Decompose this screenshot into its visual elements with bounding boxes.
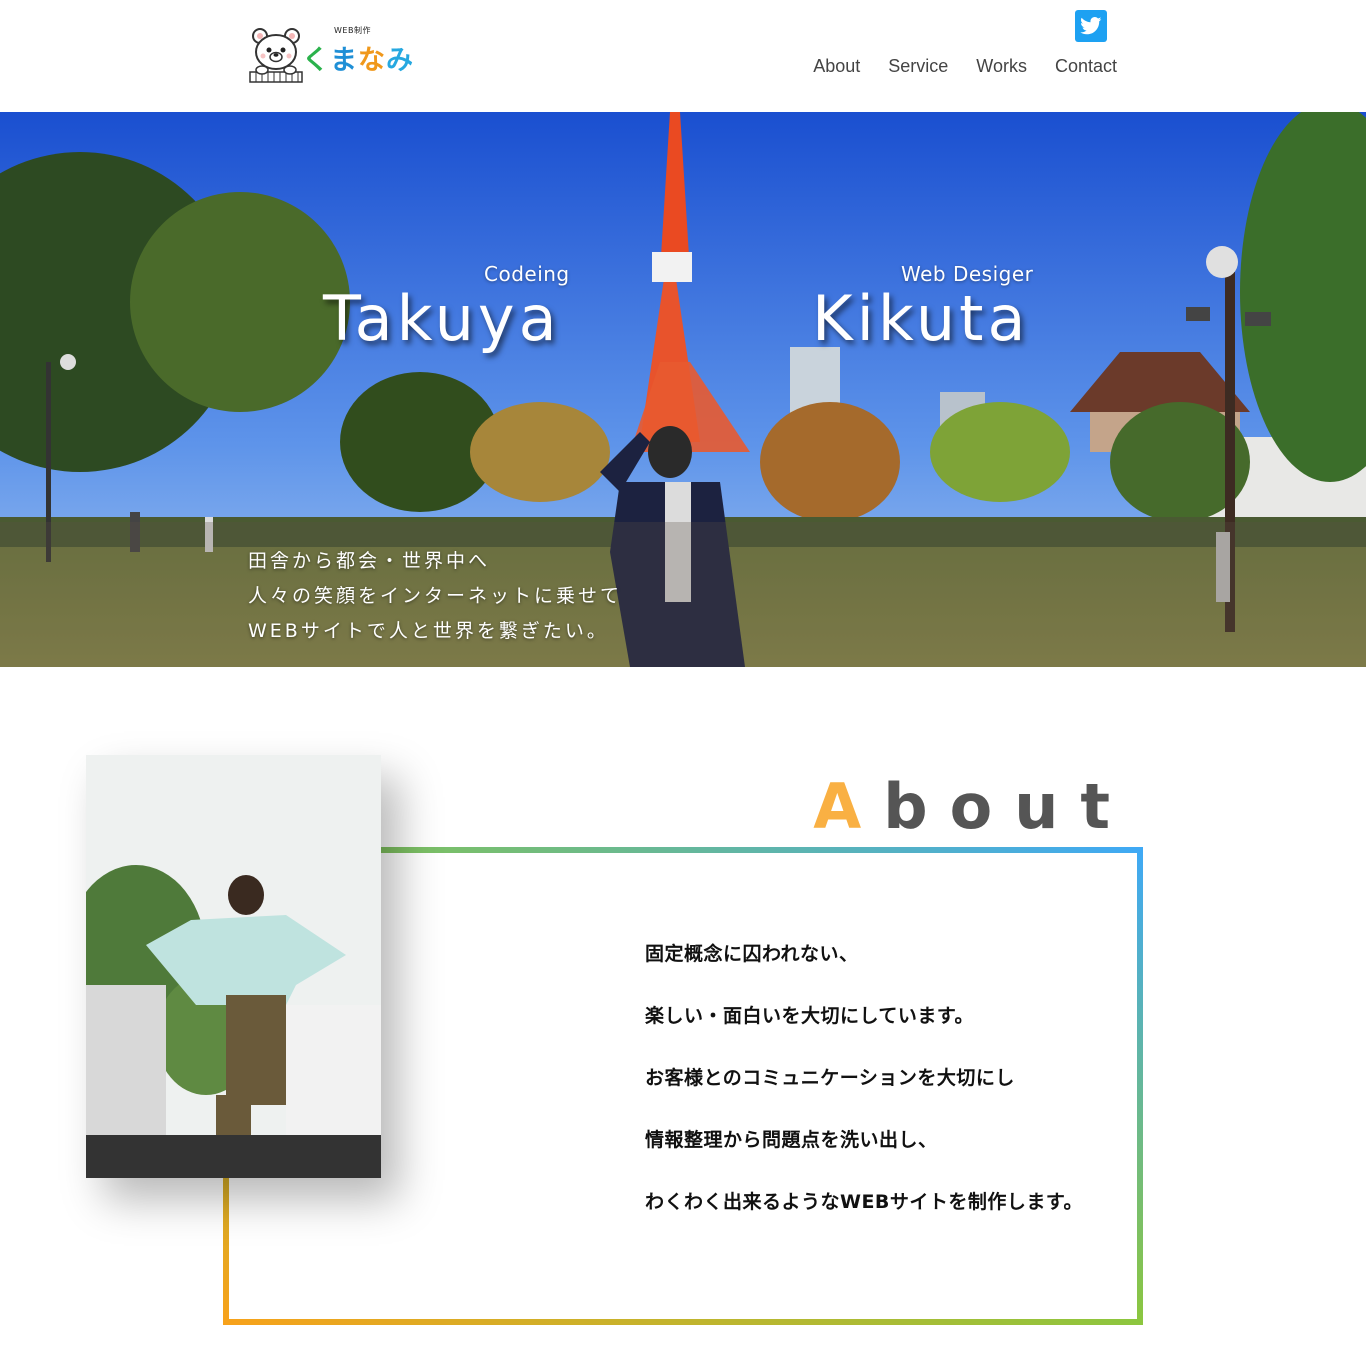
about-line: 情報整理から問題点を洗い出し、 — [645, 1129, 938, 1151]
twitter-bird-icon — [1080, 17, 1102, 35]
about-portrait-photo — [86, 755, 381, 1178]
logo-wordmark: くまなみ — [302, 38, 414, 77]
nav-service[interactable]: Service — [888, 56, 948, 77]
nav-works[interactable]: Works — [976, 56, 1027, 77]
about-line: 楽しい・面白いを大切にしています。 — [645, 1005, 975, 1027]
logo-char: ま — [330, 45, 358, 76]
hero-name-first: Takuya — [323, 282, 561, 355]
hero-copy: 田舎から都会・世界中へ 人々の笑顔をインターネットに乗せて WEBサイトで人と世… — [248, 544, 622, 649]
logo-subtitle: WEB制作 — [334, 26, 371, 35]
portrait-image — [86, 755, 381, 1178]
nav-about[interactable]: About — [813, 56, 860, 77]
about-line: わくわく出来るようなWEBサイトを制作します。 — [645, 1191, 1084, 1213]
site-header: WEB制作 くまなみ About Service Works Contact — [0, 0, 1366, 112]
about-description: 固定概念に囚われない、 楽しい・面白いを大切にしています。 お客様とのコミュニケ… — [645, 940, 1083, 1250]
site-logo[interactable]: WEB制作 くまなみ — [248, 22, 418, 88]
twitter-button[interactable] — [1075, 10, 1107, 42]
hero-copy-band — [0, 522, 1366, 667]
about-heading-rest: bout — [883, 770, 1132, 843]
about-line: 固定概念に囚われない、 — [645, 943, 859, 965]
hero-copy-line: 人々の笑顔をインターネットに乗せて — [248, 585, 623, 607]
hero-name-last: Kikuta — [812, 282, 1030, 355]
logo-char: く — [302, 45, 330, 76]
nav-contact[interactable]: Contact — [1055, 56, 1117, 77]
hero-copy-line: 田舎から都会・世界中へ — [248, 550, 491, 572]
about-heading: About — [813, 770, 1132, 843]
hero-section: Codeing Takuya Web Desiger Kikuta 田舎から都会… — [0, 112, 1366, 667]
hero-copy-line: WEBサイトで人と世界を繋ぎたい。 — [248, 620, 609, 642]
logo-char: み — [386, 45, 414, 76]
logo-char: な — [358, 45, 386, 76]
bear-mascot-icon — [249, 28, 303, 83]
main-nav: About Service Works Contact — [785, 56, 1117, 77]
about-line: お客様とのコミュニケーションを大切にし — [645, 1067, 1015, 1089]
about-heading-initial: A — [813, 770, 884, 843]
